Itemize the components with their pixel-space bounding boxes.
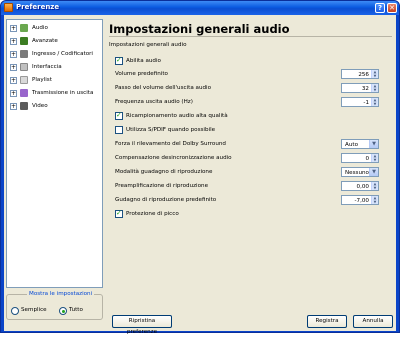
replay-preamp-value: 0,00: [356, 183, 369, 190]
desync-label: Compensazione desincronizzazione audio: [115, 155, 232, 161]
hq-resampling-label[interactable]: Ricampionamento audio alta qualità: [126, 113, 228, 119]
spin-down-icon[interactable]: ▼: [372, 102, 378, 106]
output-frequency-value: -1: [363, 99, 369, 106]
expand-icon[interactable]: +: [10, 25, 17, 32]
close-button[interactable]: ✕: [387, 3, 397, 13]
show-settings-group: Mostra le impostazioni Semplice Tutto: [6, 291, 103, 320]
spin-down-icon[interactable]: ▼: [372, 186, 378, 190]
spin-down-icon[interactable]: ▼: [372, 158, 378, 162]
peak-protection-checkbox[interactable]: [115, 209, 123, 218]
tree-item-label: Ingresso / Codificatori: [32, 51, 93, 57]
default-volume-value: 256: [358, 71, 369, 78]
settings-panel: Impostazioni generali audio Impostazioni…: [107, 19, 394, 289]
tree-item-label: Interfaccia: [32, 64, 62, 70]
tree-item-video[interactable]: + Video: [7, 100, 102, 113]
replay-gain-mode-select[interactable]: Nessuno ▼: [341, 167, 379, 177]
playlist-icon: [20, 76, 28, 84]
tree-item-label: Avanzate: [32, 38, 58, 44]
radio-all-label[interactable]: Tutto: [69, 307, 83, 313]
expand-icon[interactable]: +: [10, 64, 17, 71]
spin-arrows[interactable]: ▲ ▼: [371, 196, 378, 204]
desync-spinbox[interactable]: 0 ▲ ▼: [341, 153, 379, 163]
replay-default-spinbox[interactable]: -7,00 ▲ ▼: [341, 195, 379, 205]
output-frequency-label: Frequenza uscita audio (Hz): [115, 99, 193, 105]
peak-protection-label[interactable]: Protezione di picco: [126, 211, 179, 217]
replay-gain-mode-value: Nessuno: [345, 169, 369, 176]
expand-icon[interactable]: +: [10, 103, 17, 110]
replay-gain-mode-label: Modalità guadagno di riproduzione: [115, 169, 213, 175]
hq-resampling-checkbox[interactable]: [115, 111, 123, 120]
spin-arrows[interactable]: ▲ ▼: [371, 98, 378, 106]
preferences-window: Preferenze ? ✕ + Audio + Avanzate + Ingr…: [0, 0, 400, 335]
tree-item-label: Audio: [32, 25, 48, 31]
tree-item-interface[interactable]: + Interfaccia: [7, 61, 102, 74]
expand-icon[interactable]: +: [10, 51, 17, 58]
output-frequency-spinbox[interactable]: -1 ▲ ▼: [341, 97, 379, 107]
spdif-label[interactable]: Utilizza S/PDIF quando possibile: [126, 127, 215, 133]
spin-down-icon[interactable]: ▼: [372, 200, 378, 204]
replay-default-value: -7,00: [354, 197, 369, 204]
spin-arrows[interactable]: ▲ ▼: [371, 182, 378, 190]
volume-step-value: 32: [361, 85, 369, 92]
spin-down-icon[interactable]: ▼: [372, 88, 378, 92]
expand-icon[interactable]: +: [10, 90, 17, 97]
video-icon: [20, 102, 28, 110]
save-button[interactable]: Registra: [307, 315, 347, 328]
expand-icon[interactable]: +: [10, 77, 17, 84]
default-volume-label: Volume predefinito: [115, 71, 168, 77]
category-tree: + Audio + Avanzate + Ingresso / Codifica…: [6, 19, 103, 288]
window-title: Preferenze: [16, 3, 60, 11]
spin-arrows[interactable]: ▲ ▼: [371, 70, 378, 78]
tree-item-audio[interactable]: + Audio: [7, 22, 102, 35]
expand-icon[interactable]: +: [10, 38, 17, 45]
dialog-body: + Audio + Avanzate + Ingresso / Codifica…: [4, 15, 396, 335]
dolby-select[interactable]: Auto ▼: [341, 139, 379, 149]
vlc-cone-icon: [4, 3, 13, 12]
tree-item-input-codecs[interactable]: + Ingresso / Codificatori: [7, 48, 102, 61]
tree-item-label: Trasmissione in uscita: [32, 90, 94, 96]
interface-icon: [20, 63, 28, 71]
dolby-label: Forza il rilevamento del Dolby Surround: [115, 141, 226, 147]
tree-item-label: Video: [32, 103, 48, 109]
radio-simple[interactable]: [11, 307, 19, 315]
stream-output-icon: [20, 89, 28, 97]
chevron-down-icon[interactable]: ▼: [369, 140, 378, 148]
radio-all[interactable]: [59, 307, 67, 315]
default-volume-spinbox[interactable]: 256 ▲ ▼: [341, 69, 379, 79]
section-title: Impostazioni generali audio: [109, 42, 187, 48]
desync-value: 0: [365, 155, 369, 162]
tree-item-playlist[interactable]: + Playlist: [7, 74, 102, 87]
enable-audio-label[interactable]: Abilita audio: [126, 58, 161, 64]
replay-preamp-spinbox[interactable]: 0,00 ▲ ▼: [341, 181, 379, 191]
music-note-icon: [20, 24, 28, 32]
enable-audio-checkbox[interactable]: [115, 56, 123, 65]
advanced-settings-icon: [20, 37, 28, 45]
cancel-button[interactable]: Annulla: [353, 315, 393, 328]
chevron-down-icon[interactable]: ▼: [369, 168, 378, 176]
spin-down-icon[interactable]: ▼: [372, 74, 378, 78]
volume-step-label: Passo del volume dell'uscita audio: [115, 85, 212, 91]
dolby-value: Auto: [345, 141, 358, 148]
tree-item-label: Playlist: [32, 77, 52, 83]
replay-default-label: Gudagno di riproduzione predefinito: [115, 197, 217, 203]
tree-item-stream-output[interactable]: + Trasmissione in uscita: [7, 87, 102, 100]
replay-preamp-label: Preamplificazione di riproduzione: [115, 183, 209, 189]
title-divider: [109, 36, 392, 37]
radio-simple-label[interactable]: Semplice: [21, 307, 47, 313]
page-title: Impostazioni generali audio: [109, 22, 290, 36]
help-button[interactable]: ?: [375, 3, 385, 13]
tree-item-advanced[interactable]: + Avanzate: [7, 35, 102, 48]
show-settings-title: Mostra le impostazioni: [27, 291, 95, 297]
input-codec-icon: [20, 50, 28, 58]
spin-arrows[interactable]: ▲ ▼: [371, 154, 378, 162]
title-bar[interactable]: Preferenze ? ✕: [1, 1, 399, 15]
reset-preferences-button[interactable]: Ripristina preferenze: [112, 315, 172, 335]
spdif-checkbox[interactable]: [115, 126, 123, 134]
volume-step-spinbox[interactable]: 32 ▲ ▼: [341, 83, 379, 93]
spin-arrows[interactable]: ▲ ▼: [371, 84, 378, 92]
